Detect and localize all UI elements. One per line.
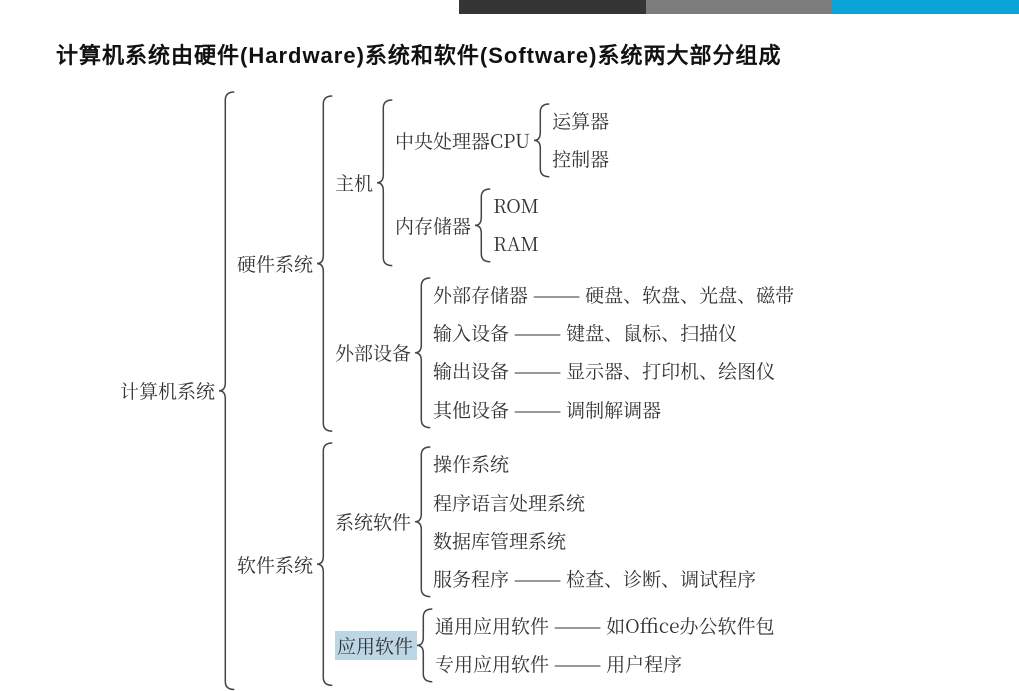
brace-icon (317, 94, 335, 433)
brace-icon (417, 607, 435, 684)
label-memory: 内存储器 (395, 212, 475, 239)
label-sys-software: 系统软件 (335, 508, 415, 535)
brace-icon (377, 98, 395, 268)
label-app-software: 应用软件 (335, 631, 417, 660)
node-sys-software: 系统软件 操作系统 程序语言处理系统 数据库管理系统 服务程序 ——— 检查、诊… (335, 445, 775, 599)
top-accent-bar (459, 0, 1019, 14)
label-hardware: 硬件系统 (237, 250, 317, 277)
node-external: 外部设备 外部存储器 ——— 硬盘、软盘、光盘、磁带 输入设备 ——— 键盘、鼠… (335, 276, 794, 430)
leaf-os: 操作系统 (433, 449, 756, 479)
leaf-ext-other: 其他设备 ——— 调制解调器 (433, 395, 794, 425)
brace-icon (415, 445, 433, 599)
node-host: 主机 中央处理器CPU 运算器 控制器 (335, 98, 794, 268)
node-software: 软件系统 系统软件 操作系统 程序语言处理系统 数据库管理系统 服务程序 ———… (237, 441, 794, 687)
brace-icon (317, 441, 335, 687)
leaf-rom: ROM (493, 191, 539, 221)
system-tree-diagram: 计算机系统 硬件系统 主机 中央处理器CPU (120, 90, 794, 691)
leaf-alu: 运算器 (552, 106, 609, 136)
leaf-ext-input: 输入设备 ——— 键盘、鼠标、扫描仪 (433, 318, 794, 348)
page-title: 计算机系统由硬件(Hardware)系统和软件(Software)系统两大部分组… (56, 38, 781, 70)
leaf-cu: 控制器 (552, 144, 609, 174)
label-root: 计算机系统 (120, 377, 219, 404)
node-hardware: 硬件系统 主机 中央处理器CPU 运算器 (237, 94, 794, 433)
leaf-ext-output: 输出设备 ——— 显示器、打印机、绘图仪 (433, 356, 794, 386)
node-memory: 内存储器 ROM RAM (395, 187, 609, 264)
label-software: 软件系统 (237, 551, 317, 578)
leaf-app-special: 专用应用软件 ——— 用户程序 (435, 649, 775, 679)
leaf-ext-storage: 外部存储器 ——— 硬盘、软盘、光盘、磁带 (433, 280, 794, 310)
brace-icon (219, 90, 237, 691)
brace-icon (475, 187, 493, 264)
label-host: 主机 (335, 169, 377, 196)
node-root: 计算机系统 硬件系统 主机 中央处理器CPU (120, 90, 794, 691)
leaf-db: 数据库管理系统 (433, 526, 756, 556)
leaf-svc: 服务程序 ——— 检查、诊断、调试程序 (433, 564, 756, 594)
node-cpu: 中央处理器CPU 运算器 控制器 (395, 102, 609, 179)
brace-icon (534, 102, 552, 179)
brace-icon (415, 276, 433, 430)
leaf-app-general: 通用应用软件 ——— 如Office办公软件包 (435, 611, 775, 641)
node-app-software: 应用软件 通用应用软件 ——— 如Office办公软件包 专用应用软件 ——— … (335, 607, 775, 684)
leaf-lang: 程序语言处理系统 (433, 488, 756, 518)
leaf-ram: RAM (493, 229, 539, 259)
label-cpu: 中央处理器CPU (395, 127, 534, 154)
label-external: 外部设备 (335, 339, 415, 366)
